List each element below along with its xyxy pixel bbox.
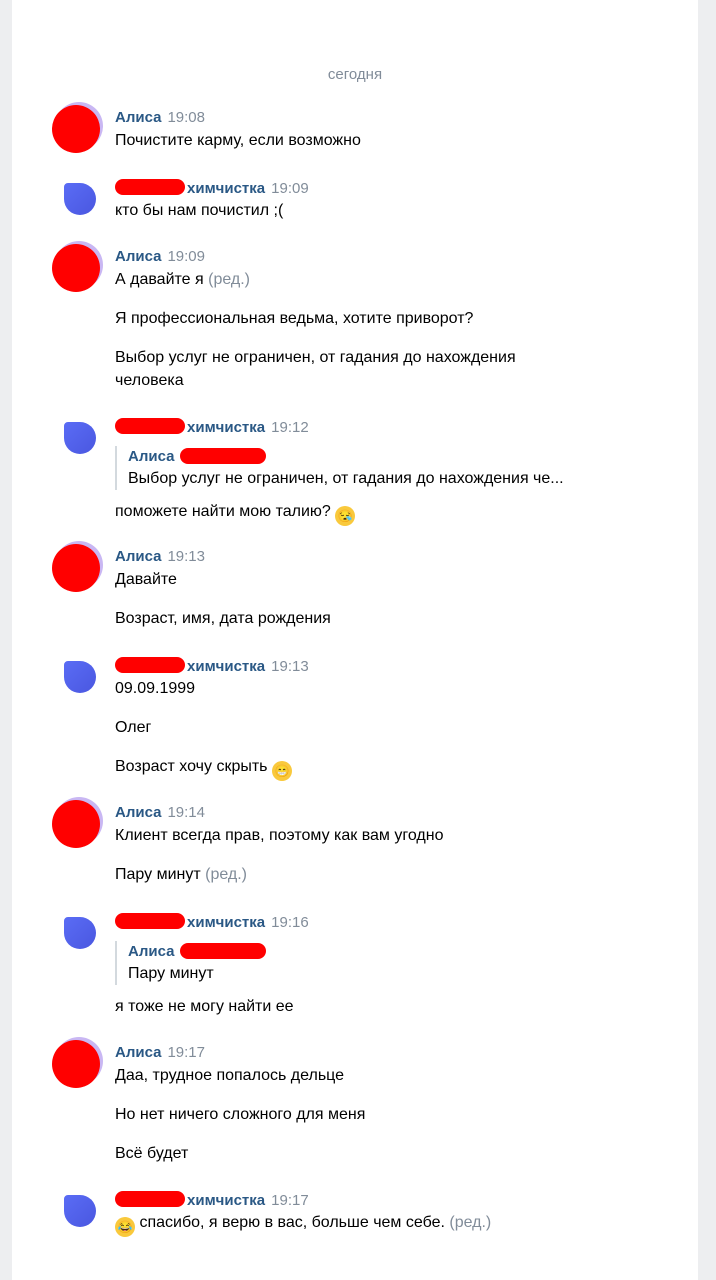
message-header: химчистка 19:09 [115, 179, 309, 199]
redaction-mark [180, 943, 267, 959]
author-name[interactable]: химчистка [187, 914, 265, 931]
message-text: я тоже не могу найти ее [115, 998, 294, 1015]
avatar[interactable] [64, 183, 96, 215]
redaction-mark [180, 448, 267, 464]
quote-author: Алиса [128, 448, 175, 465]
message-text: Выбор услуг не ограничен, от гадания до … [115, 349, 516, 366]
message-text: человека [115, 372, 184, 389]
message-time[interactable]: 19:17 [271, 1192, 309, 1209]
message-header: Алиса 19:09 [115, 248, 205, 268]
avatar[interactable] [52, 105, 100, 153]
author-name[interactable]: химчистка [187, 419, 265, 436]
message-time[interactable]: 19:16 [271, 914, 309, 931]
author-name[interactable]: Алиса [115, 248, 161, 265]
message-time[interactable]: 19:14 [167, 804, 205, 821]
sleepy-face-icon: 😪 [335, 506, 356, 526]
chat-panel: сегодня Алиса 19:08 Почистите карму, если… [12, 0, 698, 1280]
reply-quote[interactable]: Алиса Выбор услуг не ограничен, от гадан… [115, 446, 564, 490]
message-time[interactable]: 19:08 [167, 109, 205, 126]
message-text: Возраст, имя, дата рождения [115, 610, 331, 627]
author-name[interactable]: Алиса [115, 548, 161, 565]
redaction-mark [115, 179, 185, 195]
message-text-span: спасибо, я верю в вас, больше чем себе. [139, 1214, 445, 1231]
message-text-span: Пару минут [115, 866, 201, 883]
message-text-span: поможете найти мою талию? [115, 503, 331, 520]
message-header: Алиса 19:14 [115, 804, 205, 824]
avatar[interactable] [52, 544, 100, 592]
message-text-span: А давайте я [115, 271, 204, 288]
grinning-face-icon: 😁 [271, 761, 292, 781]
redaction-mark [115, 418, 185, 434]
redaction-mark [115, 657, 185, 673]
message-time[interactable]: 19:13 [271, 658, 309, 675]
message-time[interactable]: 19:13 [167, 548, 205, 565]
message-text-span: Возраст хочу скрыть [115, 758, 268, 775]
tears-of-joy-icon: 😂 [115, 1217, 135, 1237]
avatar[interactable] [52, 1040, 100, 1088]
message-text: Пару минут (ред.) [115, 864, 247, 886]
quote-author: Алиса [128, 943, 175, 960]
message-time[interactable]: 19:17 [167, 1044, 205, 1061]
message-text: Почистите карму, если возможно [115, 132, 361, 149]
edited-mark: (ред.) [205, 866, 248, 883]
message-header: Алиса 19:13 [115, 548, 205, 568]
message-text: 😂 спасибо, я верю в вас, больше чем себе… [115, 1212, 491, 1237]
message-header: химчистка 19:17 [115, 1191, 309, 1211]
date-separator: сегодня [327, 66, 383, 83]
message-text: Возраст хочу скрыть 😁 [115, 756, 292, 781]
reply-quote[interactable]: Алиса Пару минут [115, 941, 267, 985]
message-text: Давайте [115, 571, 177, 588]
message-text: Всё будет [115, 1145, 189, 1162]
message-text: Клиент всегда прав, поэтому как вам угод… [115, 827, 444, 844]
message-text: поможете найти мою талию? 😪 [115, 501, 356, 526]
edited-mark: (ред.) [208, 271, 251, 288]
message-header: химчистка 19:16 [115, 913, 309, 933]
message-time[interactable]: 19:12 [271, 419, 309, 436]
quote-text: Выбор услуг не ограничен, от гадания до … [128, 470, 564, 487]
avatar[interactable] [64, 661, 96, 693]
message-text: 09.09.1999 [115, 680, 196, 697]
avatar[interactable] [64, 422, 96, 454]
redaction-mark [115, 1191, 185, 1207]
author-name[interactable]: Алиса [115, 804, 161, 821]
message-time[interactable]: 19:09 [271, 180, 309, 197]
avatar[interactable] [52, 244, 100, 292]
message-header: Алиса 19:08 [115, 109, 205, 129]
avatar[interactable] [64, 1195, 96, 1227]
message-text: кто бы нам почистил ;( [115, 202, 284, 219]
message-text: Я профессиональная ведьма, хотите привор… [115, 310, 474, 327]
edited-mark: (ред.) [449, 1214, 492, 1231]
message-text: Олег [115, 719, 152, 736]
message-time[interactable]: 19:09 [167, 248, 205, 265]
author-name[interactable]: Алиса [115, 1044, 161, 1061]
message-text: А давайте я (ред.) [115, 269, 250, 291]
message-header: химчистка 19:12 [115, 418, 309, 438]
author-name[interactable]: Алиса [115, 109, 161, 126]
redaction-mark [115, 913, 185, 929]
author-name[interactable]: химчистка [187, 180, 265, 197]
message-header: Алиса 19:17 [115, 1044, 205, 1064]
message-text: Даа, трудное попалось дельце [115, 1067, 345, 1084]
author-name[interactable]: химчистка [187, 1192, 265, 1209]
message-header: химчистка 19:13 [115, 657, 309, 677]
message-text: Но нет ничего сложного для меня [115, 1106, 366, 1123]
avatar[interactable] [52, 800, 100, 848]
author-name[interactable]: химчистка [187, 658, 265, 675]
avatar[interactable] [64, 917, 96, 949]
quote-text: Пару минут [128, 965, 214, 982]
